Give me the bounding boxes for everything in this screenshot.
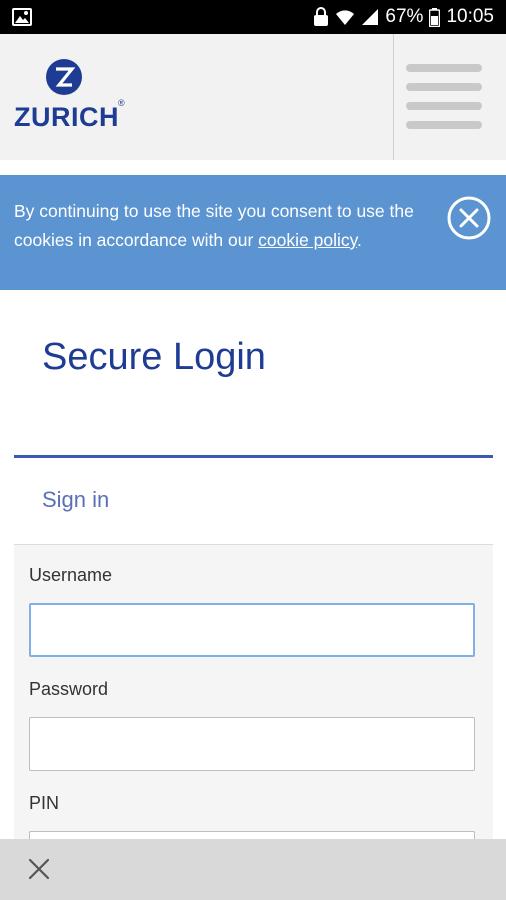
pin-label: PIN	[29, 793, 60, 813]
site-header: ZURICH ®	[0, 34, 506, 160]
image-notification-icon	[12, 8, 34, 26]
page-title: Secure Login	[42, 336, 266, 378]
cookie-message: By continuing to use the site you consen…	[14, 201, 414, 250]
hamburger-menu-button[interactable]	[393, 34, 506, 160]
login-form: Username Password PIN	[14, 544, 493, 885]
signal-icon	[361, 8, 379, 26]
username-label: Username	[29, 565, 113, 585]
lock-icon	[313, 7, 329, 27]
logo-wordmark: ZURICH	[14, 102, 119, 132]
close-icon[interactable]	[28, 858, 50, 885]
password-input[interactable]	[29, 717, 475, 771]
tab-indicator	[14, 455, 493, 458]
zurich-z-icon	[45, 58, 83, 101]
username-input[interactable]	[29, 603, 475, 657]
registered-mark: ®	[118, 98, 125, 108]
password-label: Password	[29, 679, 109, 699]
cookie-close-button[interactable]	[447, 196, 491, 240]
zurich-logo[interactable]: ZURICH ®	[14, 58, 126, 138]
bottom-bar	[0, 839, 506, 900]
cookie-banner: By continuing to use the site you consen…	[0, 175, 506, 290]
clock: 10:05	[446, 6, 494, 27]
battery-icon	[429, 7, 441, 27]
wifi-icon	[335, 8, 355, 26]
close-circle-icon	[447, 196, 491, 240]
battery-percent: 67%	[385, 6, 424, 27]
status-bar: 67% 10:05	[0, 0, 506, 34]
tab-sign-in[interactable]: Sign in	[42, 487, 109, 513]
cookie-policy-link[interactable]: cookie policy	[258, 230, 357, 250]
